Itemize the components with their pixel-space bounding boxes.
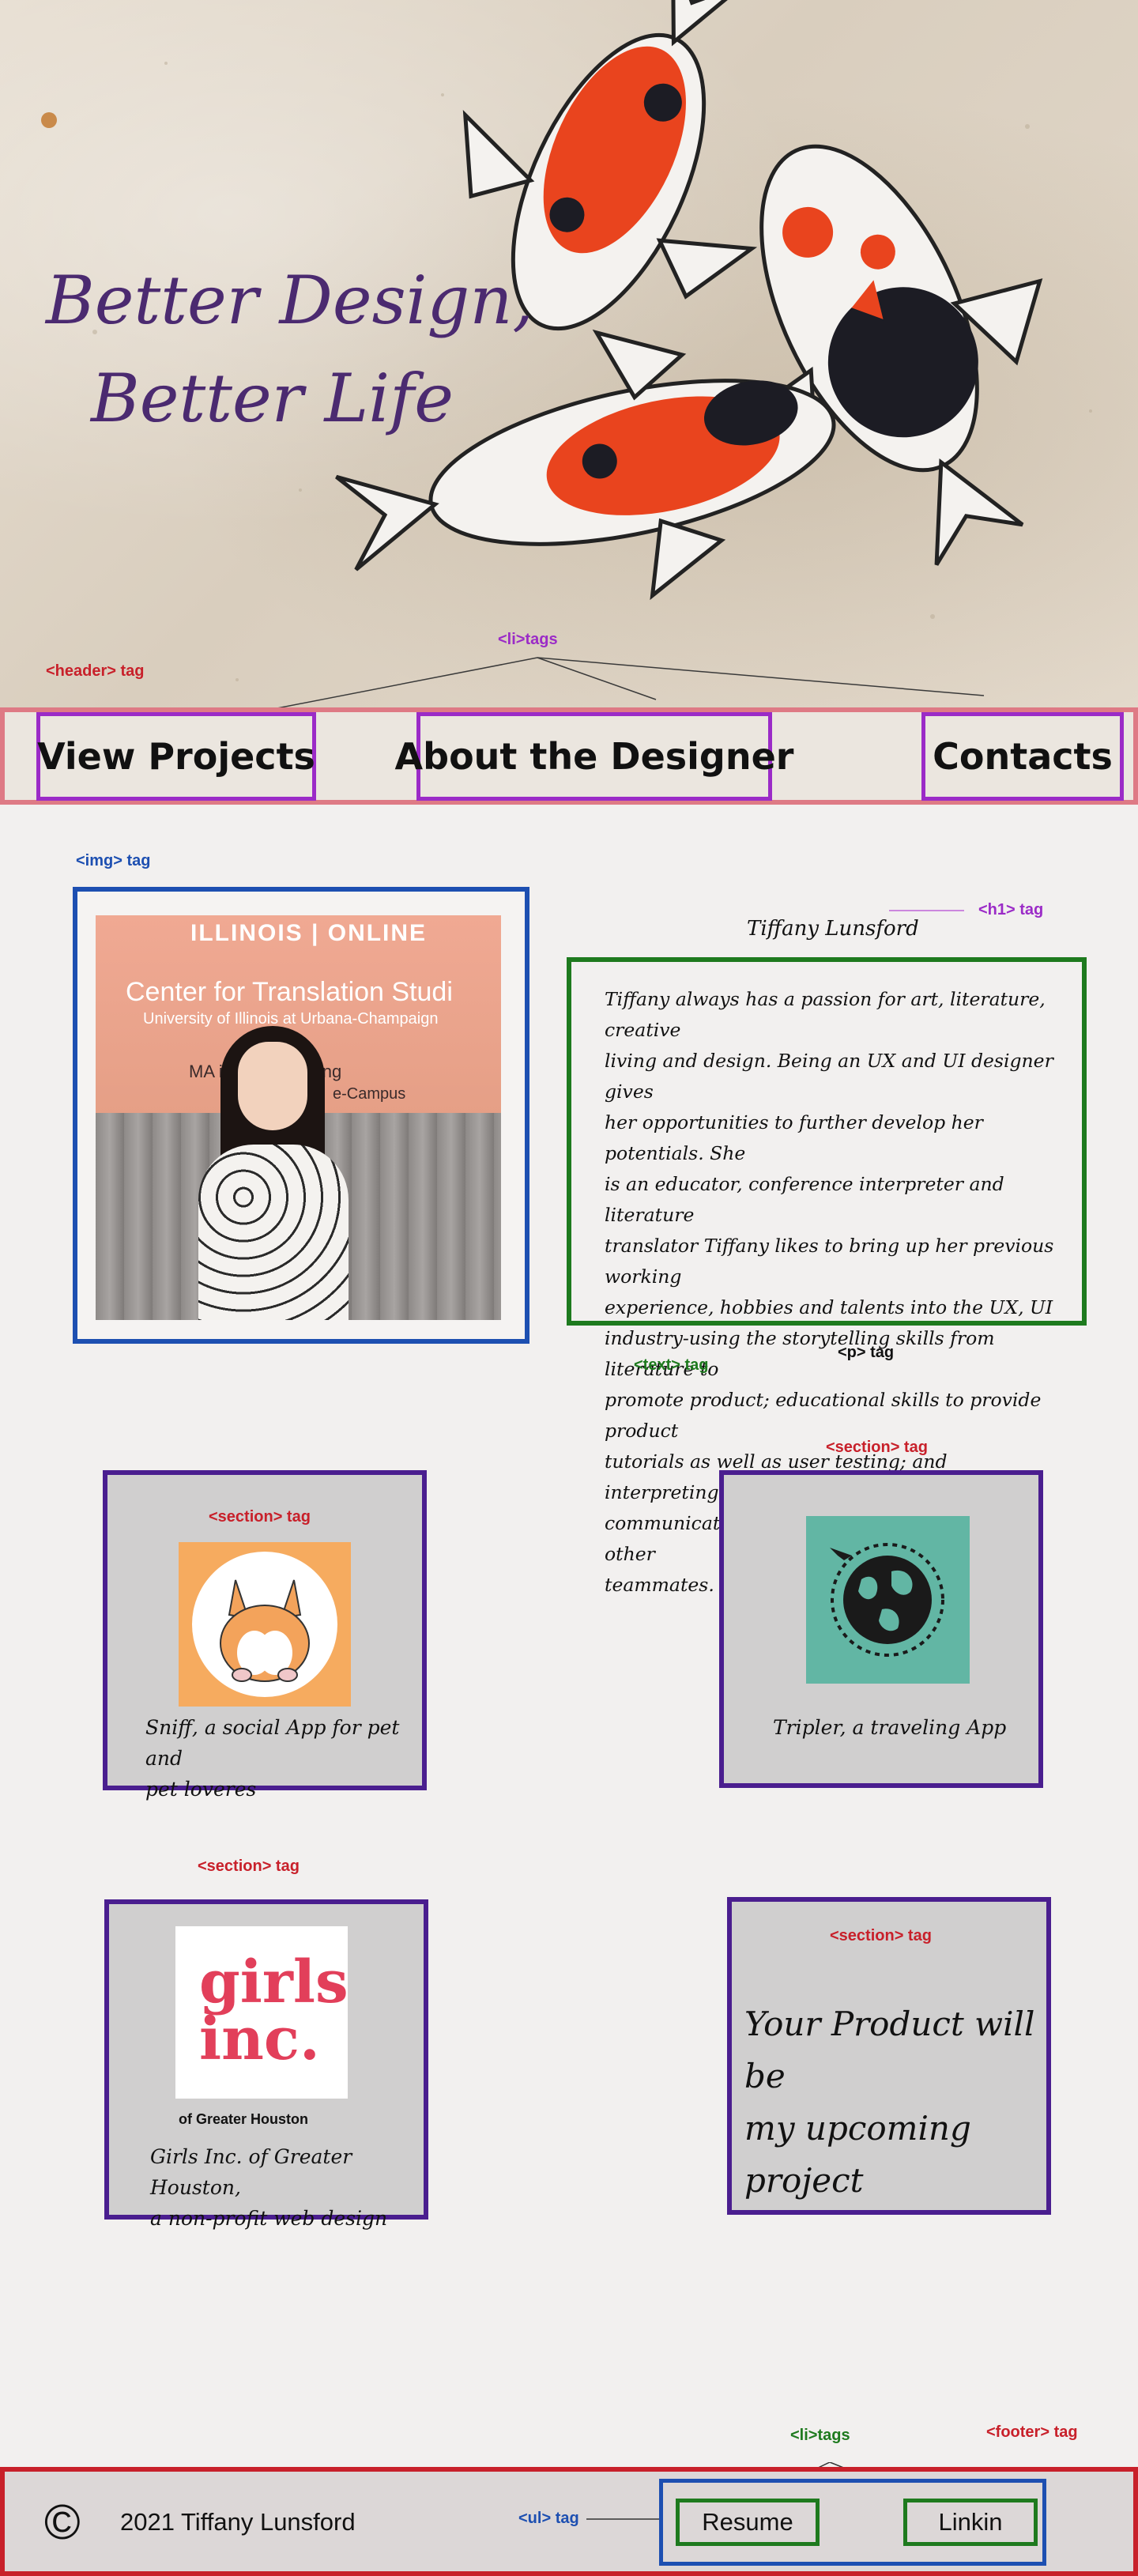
resume-link-label: Resume (702, 2508, 793, 2536)
project-caption: Girls Inc. of Greater Houston, a non-pro… (150, 2141, 427, 2234)
banner-line-4: e-Campus (333, 1085, 406, 1103)
girls-inc-logo: girls inc. (175, 1926, 349, 2099)
p-tag-annotation: <p> tag (838, 1344, 895, 1361)
logo-text-girls: girls (199, 1948, 349, 2016)
header-tag-annotation: <header> tag (46, 662, 145, 680)
designer-photo-frame: ILLINOIS | ONLINE Center for Translation… (73, 887, 529, 1344)
text-tag-annotation: <text> tag (634, 1356, 709, 1374)
page-footer: © 2021 Tiffany Lunsford <ul> tag Resume … (0, 2467, 1138, 2576)
banner-line-1: Center for Translation Studi (126, 977, 453, 1007)
linkin-link-label: Linkin (938, 2508, 1003, 2536)
header-nav: View Projects About the Designer Contact… (0, 707, 1138, 805)
caption-line: Your Product will be (744, 2005, 1035, 2095)
footer-links-list: Resume Linkin (659, 2479, 1046, 2566)
img-tag-annotation: <img> tag (76, 852, 151, 869)
designer-bio: Tiffany always has a passion for art, li… (567, 957, 1087, 1596)
logo-subtext: of Greater Houston (179, 2111, 309, 2127)
project-card-sniff[interactable]: <section> tag Sniff, a social App for pe… (103, 1470, 427, 1801)
section-tag-annotation: <section> tag (826, 1439, 928, 1456)
sniff-logo-icon (179, 1542, 351, 1707)
section-tag-annotation: <section> tag (209, 1508, 311, 1526)
project-card-girls-inc[interactable]: girls inc. of Greater Houston Girls Inc.… (104, 1899, 428, 2230)
project-caption: Tripler, a traveling App (773, 1716, 1007, 1739)
copyright-icon: © (44, 2495, 81, 2550)
hero-title-line1: Better Design, (46, 262, 534, 339)
nav-view-projects[interactable]: View Projects (36, 712, 316, 801)
bio-line: her opportunities to further develop her… (605, 1111, 983, 1164)
caption-line: Girls Inc. of Greater Houston, (150, 2145, 352, 2199)
copyright-text: 2021 Tiffany Lunsford (120, 2508, 356, 2536)
caption-line: Sniff, a social App for pet and (145, 1716, 400, 1770)
nav-contacts-label: Contacts (933, 735, 1113, 778)
nav-view-projects-label: View Projects (37, 735, 315, 778)
logo-text-inc: inc. (199, 2005, 320, 2073)
caption-line: pet loveres (145, 1778, 257, 1801)
bio-line: translator Tiffany likes to bring up her… (605, 1235, 1054, 1288)
designer-name-heading: Tiffany Lunsford (747, 917, 919, 941)
project-card-upcoming[interactable]: <section> tag Your Product will be my up… (727, 1897, 1051, 2215)
section-tag-annotation: <section> tag (198, 1858, 300, 1875)
li-tags-annotation: <li>tags (498, 631, 558, 648)
project-card-tripler[interactable]: Tripler, a traveling App (719, 1470, 1043, 1788)
bio-line: living and design. Being an UX and UI de… (605, 1050, 1053, 1103)
banner-line-2: University of Illinois at Urbana-Champai… (143, 1010, 439, 1028)
linkin-link[interactable]: Linkin (903, 2499, 1038, 2546)
designer-photo: ILLINOIS | ONLINE Center for Translation… (96, 915, 501, 1320)
photo-person-face (238, 1042, 307, 1130)
h1-tag-annotation: <h1> tag (978, 901, 1044, 918)
project-caption: Your Product will be my upcoming project (744, 1998, 1045, 2207)
h1-leader-line (889, 910, 964, 911)
nav-about-designer[interactable]: About the Designer (395, 712, 793, 801)
caption-line: a non-profit web design (150, 2207, 388, 2230)
footer-tag-annotation: <footer> tag (986, 2423, 1078, 2441)
footer-li-tags-annotation: <li>tags (790, 2427, 850, 2444)
hero-title-line2: Better Life (91, 360, 454, 437)
bio-line: experience, hobbies and talents into the… (605, 1296, 1053, 1318)
bio-line: Tiffany always has a passion for art, li… (605, 988, 1046, 1041)
tripler-globe-icon (806, 1516, 970, 1684)
banner-line-top: ILLINOIS | ONLINE (190, 920, 428, 946)
photo-person-body (198, 1145, 349, 1320)
bio-line: is an educator, conference interpreter a… (605, 1173, 1004, 1226)
resume-link[interactable]: Resume (676, 2499, 820, 2546)
bio-line: promote product; educational skills to p… (605, 1389, 1042, 1442)
project-caption: Sniff, a social App for pet and pet love… (145, 1712, 414, 1805)
koi-fish-illustration (41, 0, 1092, 707)
nav-contacts[interactable]: Contacts (921, 712, 1124, 801)
ul-leader-line (586, 2518, 659, 2520)
nav-about-designer-label: About the Designer (394, 735, 794, 778)
bio-line: industry-using the storytelling skills f… (605, 1327, 995, 1380)
section-tag-annotation: <section> tag (830, 1927, 932, 1944)
caption-line: my upcoming project (744, 2109, 971, 2200)
hero-banner: Better Design, Better Life <li>tags <hea… (0, 0, 1138, 707)
ul-tag-annotation: <ul> tag (518, 2510, 579, 2527)
